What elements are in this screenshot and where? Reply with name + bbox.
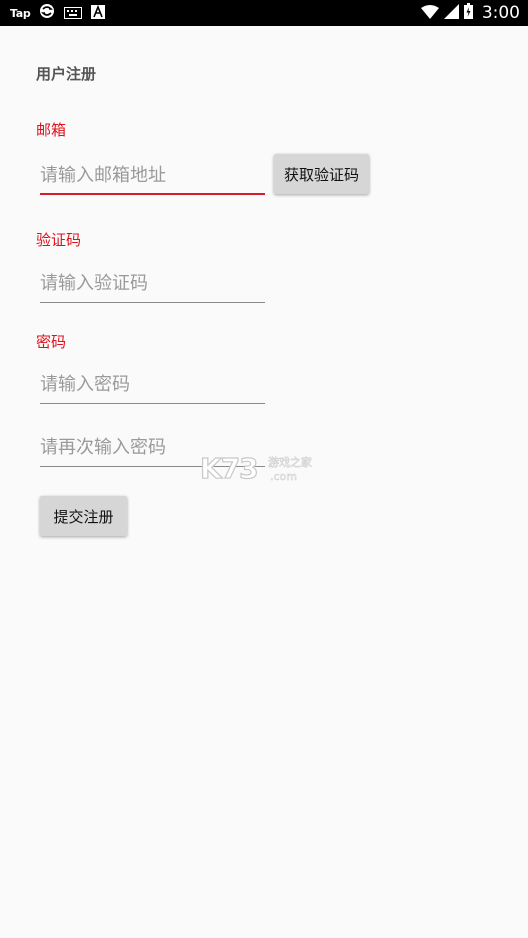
svg-text:K73: K73 xyxy=(200,452,258,485)
code-label: 验证码 xyxy=(36,231,82,249)
signal-icon xyxy=(443,3,459,23)
code-input[interactable] xyxy=(40,265,265,301)
password-field[interactable] xyxy=(40,366,265,404)
tap-label: Tap xyxy=(10,6,31,20)
svg-text:.com: .com xyxy=(270,470,297,483)
status-bar-left: Tap xyxy=(10,0,106,26)
password-label: 密码 xyxy=(36,333,67,351)
get-code-button[interactable]: 获取验证码 xyxy=(274,154,369,194)
status-bar-right: 3:00 xyxy=(420,0,520,26)
k73-watermark-logo: K73 游戏之家 .com xyxy=(199,451,330,486)
email-field[interactable] xyxy=(40,157,265,195)
wifi-icon xyxy=(420,4,439,23)
status-bar: Tap 3:00 xyxy=(0,0,528,26)
text-a-icon xyxy=(91,4,106,23)
email-label: 邮箱 xyxy=(36,121,67,139)
keyboard-icon xyxy=(64,4,83,23)
sync-icon xyxy=(39,3,55,23)
email-input[interactable] xyxy=(40,157,265,193)
submit-button[interactable]: 提交注册 xyxy=(40,496,127,536)
code-field[interactable] xyxy=(40,265,265,303)
svg-text:游戏之家: 游戏之家 xyxy=(268,455,312,469)
password-input[interactable] xyxy=(40,366,265,402)
status-time: 3:00 xyxy=(481,3,520,23)
battery-icon xyxy=(463,3,473,23)
page-title: 用户注册 xyxy=(36,65,97,83)
